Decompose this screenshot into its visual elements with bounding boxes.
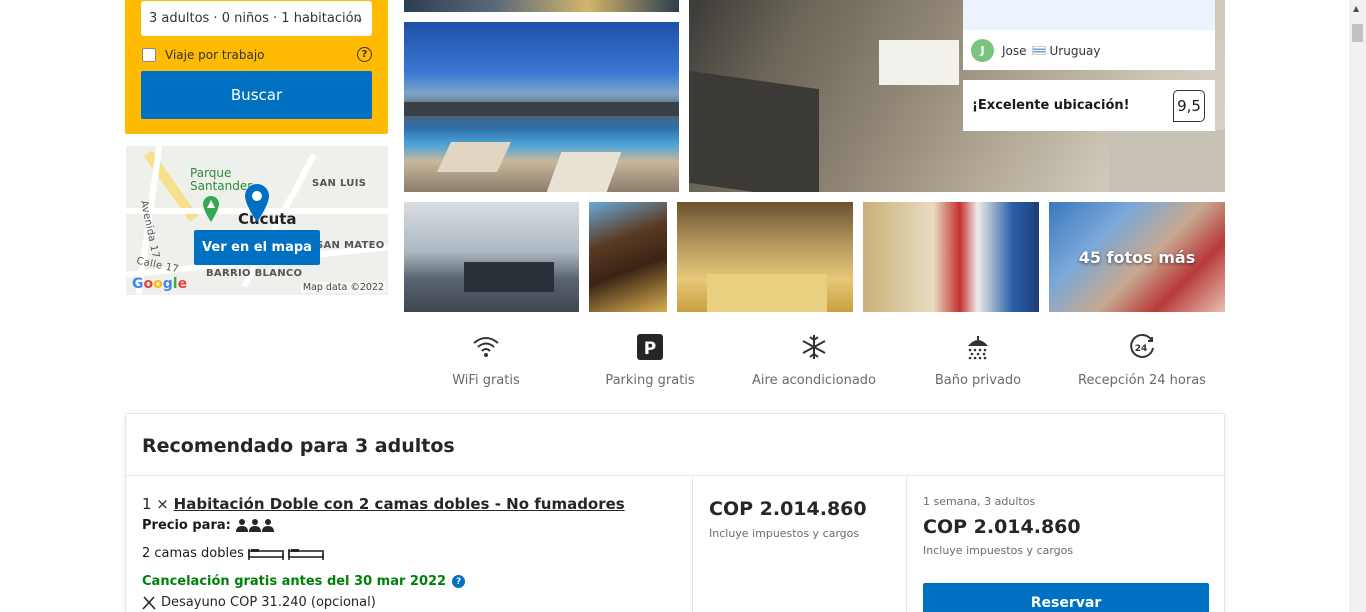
map-label-san-mateo: SAN MATEO [316,240,385,251]
occupancy-value: 3 adultos · 0 niños · 1 habitación [149,11,362,26]
three-adults-icon [235,519,274,532]
help-icon[interactable]: ? [357,47,372,62]
facility-parking: P Parking gratis [568,332,732,388]
svg-text:P: P [644,339,656,359]
snowflake-icon [732,332,896,362]
hotel-photo-gym[interactable] [404,202,579,312]
map-attribution: Map data ©2022 [300,282,386,293]
map-preview[interactable]: Parque Santander SAN LUIS Avenida 17 SAN… [126,146,388,295]
room-quantity: 1 × [142,495,169,513]
svg-text:24: 24 [1135,344,1148,354]
work-trip-label[interactable]: Viaje por trabajo [165,48,265,62]
hotel-photo-lobby[interactable] [677,202,853,312]
search-button[interactable]: Buscar [141,71,372,119]
facility-label: Aire acondicionado [752,373,876,388]
avatar: J [971,39,994,62]
price-for: Precio para: [142,518,274,533]
search-panel: 3 adultos · 0 niños · 1 habitación ⌄ Via… [125,0,388,134]
breakfast-info: Desayuno COP 31.240 (opcional) [142,595,376,610]
uruguay-flag-icon [1031,46,1046,55]
total-price: COP 2.014.860 [923,516,1081,538]
hotel-photo-food[interactable] [589,202,667,312]
location-score-card[interactable]: ¡Excelente ubicación! 9,5 [963,80,1215,131]
facility-24h-reception: 24 Recepción 24 horas [1060,332,1224,388]
hotel-location-pin-icon [245,184,269,222]
free-cancellation: Cancelación gratis antes del 30 mar 2022… [142,574,466,589]
hotel-photo[interactable] [404,0,679,12]
divider [126,475,1224,476]
beds-label: 2 camas dobles [142,546,244,561]
reserve-button[interactable]: Reservar [923,583,1209,612]
location-score-label: ¡Excelente ubicación! [972,98,1130,113]
reviewer-name: Jose [1002,43,1027,58]
review-card[interactable]: J Jose Uruguay [963,0,1215,70]
breakfast-label: Desayuno COP 31.240 (opcional) [161,595,376,610]
cutlery-icon [142,595,156,610]
work-trip-checkbox[interactable] [142,48,156,62]
facility-label: Parking gratis [605,373,695,388]
map-park-label: Parque Santander [190,166,253,193]
reviewer-country: Uruguay [1049,43,1101,58]
recommendation-title: Recomendado para 3 adultos [142,435,455,457]
google-logo: Google [132,276,188,292]
score-badge: 9,5 [1173,90,1205,122]
facility-wifi: WiFi gratis [404,332,568,388]
facility-label: Recepción 24 horas [1078,373,1206,388]
review-text-area [963,0,1215,30]
facility-label: Baño privado [934,373,1022,388]
facility-private-bathroom: Baño privado [896,332,1060,388]
page-scrollbar[interactable]: ▲ [1349,0,1366,612]
recommendation-card: Recomendado para 3 adultos 1 × Habitació… [125,413,1225,612]
info-icon[interactable]: ? [452,575,466,588]
room-line: 1 × Habitación Doble con 2 camas dobles … [142,495,625,513]
more-photos-tile[interactable]: 45 fotos más [1049,202,1225,312]
scroll-up-icon[interactable]: ▲ [1353,4,1359,13]
map-label-barrio-blanco: BARRIO BLANCO [206,268,303,279]
room-price-taxes: Incluye impuestos y cargos [709,527,860,540]
hotel-photo-pool[interactable] [404,22,679,192]
wifi-icon [404,332,568,362]
room-name-link[interactable]: Habitación Doble con 2 camas dobles - No… [174,495,625,513]
shower-icon [896,332,1060,362]
parking-icon: P [568,332,732,362]
facility-air-conditioning: Aire acondicionado [732,332,896,388]
divider [692,476,693,612]
reviewer: J Jose Uruguay [971,39,1101,62]
bed-info: 2 camas dobles [142,546,324,561]
park-pin-icon [203,196,219,222]
view-map-button[interactable]: Ver en el mapa [194,230,320,265]
facility-label: WiFi gratis [452,373,520,388]
divider [906,476,907,612]
hotel-photo-bedroom[interactable] [863,202,1039,312]
total-price-taxes: Incluye impuestos y cargos [923,544,1074,557]
stay-summary: 1 semana, 3 adultos [923,495,1036,508]
chevron-down-icon: ⌄ [353,11,364,25]
work-trip-row: Viaje por trabajo ? [142,46,372,64]
cancellation-label: Cancelación gratis antes del 30 mar 2022 [142,574,447,589]
occupancy-select[interactable]: 3 adultos · 0 niños · 1 habitación ⌄ [141,1,372,36]
map-label-san-luis: SAN LUIS [312,178,367,189]
24h-icon: 24 [1060,332,1224,362]
room-price: COP 2.014.860 [709,498,867,520]
price-for-label: Precio para: [142,518,231,533]
more-photos-label: 45 fotos más [1078,247,1196,267]
scroll-thumb[interactable] [1352,24,1363,42]
double-bed-icon [248,548,324,560]
